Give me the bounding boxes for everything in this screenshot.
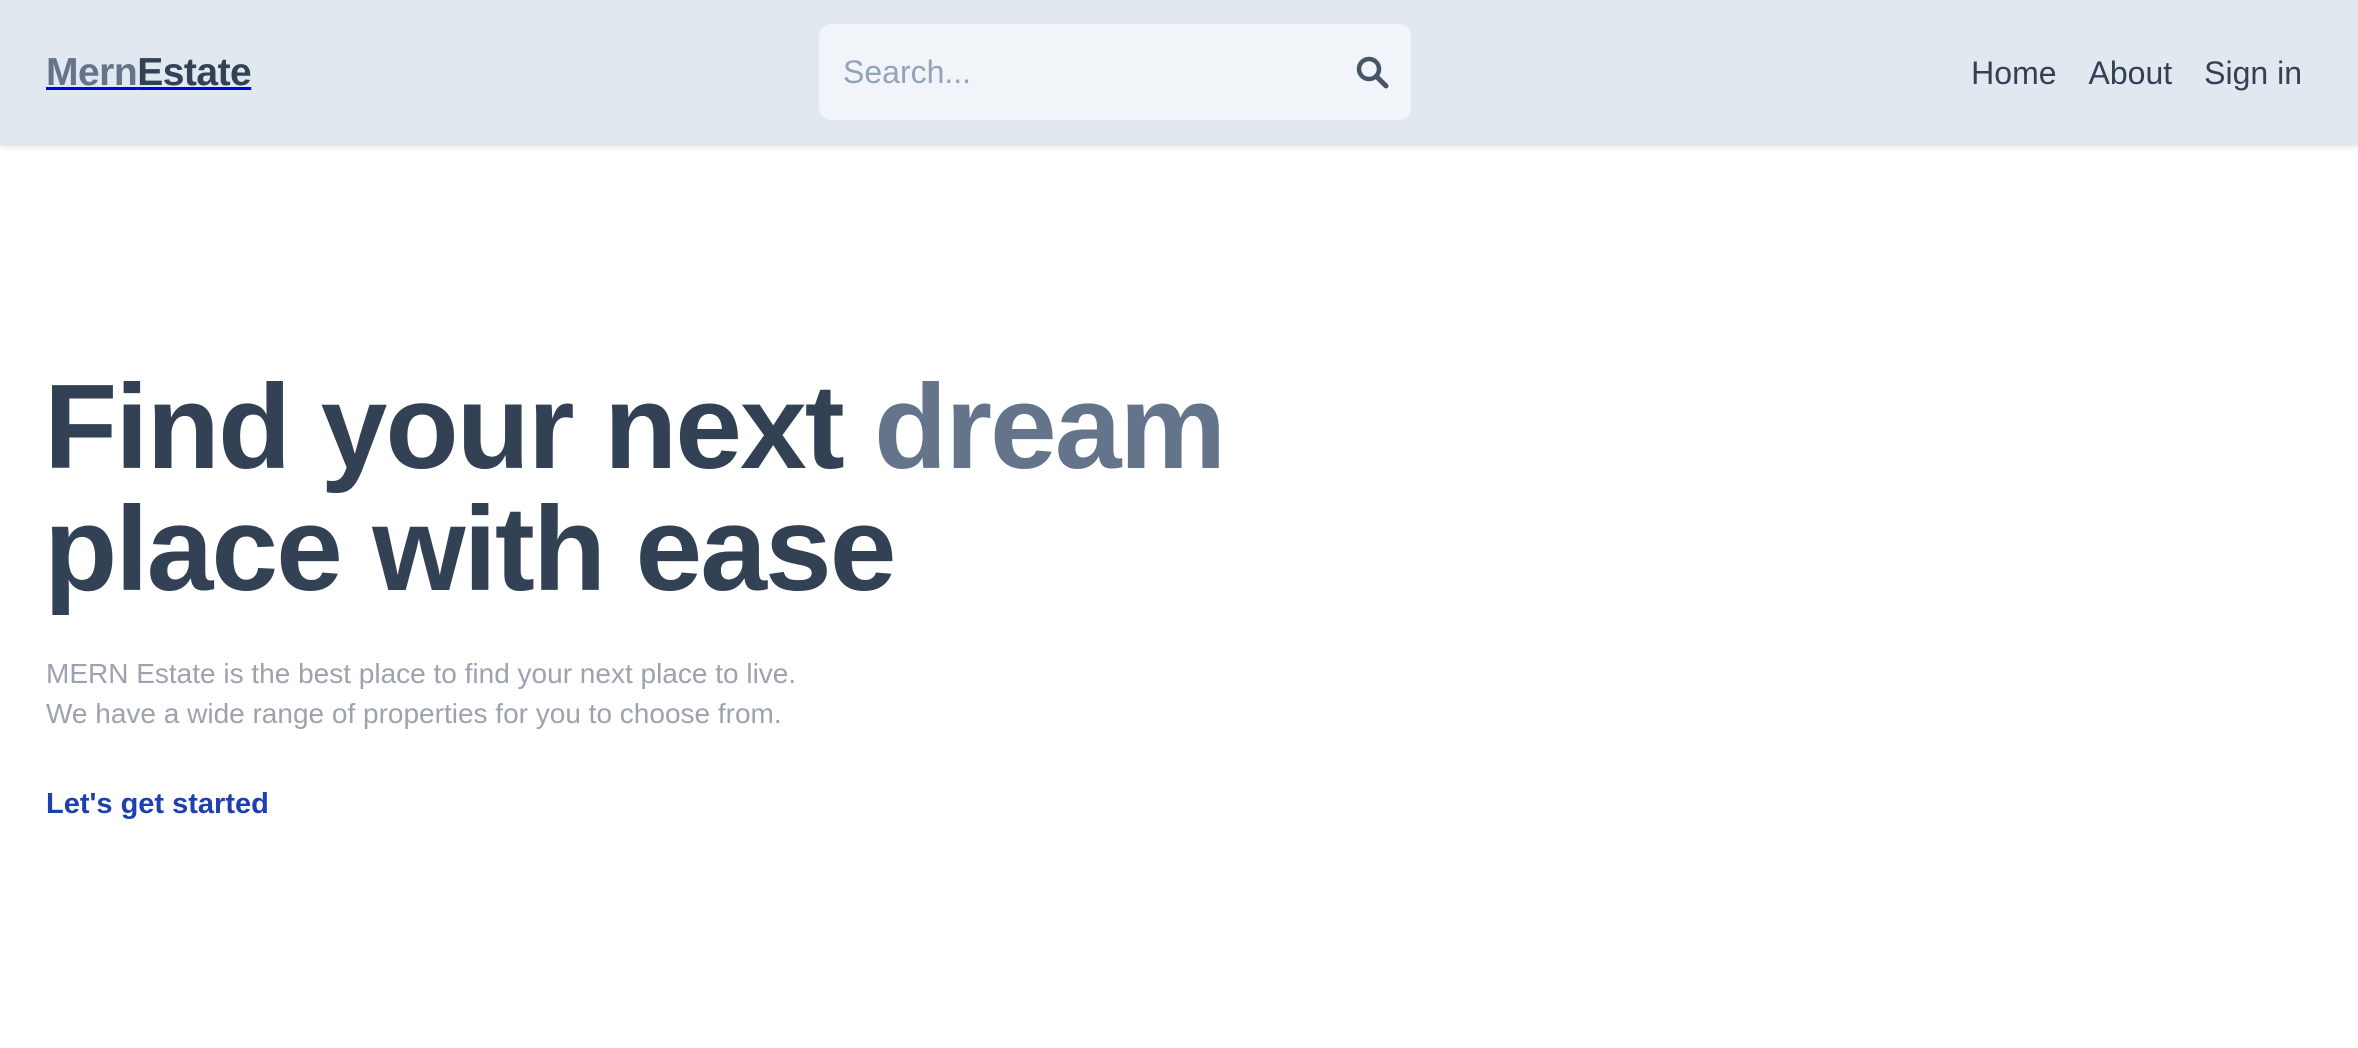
search-input[interactable]	[843, 24, 1313, 120]
hero-description-line1: MERN Estate is the best place to find yo…	[46, 658, 797, 689]
nav-link-sign-in[interactable]: Sign in	[2204, 48, 2302, 98]
search-icon[interactable]	[1355, 55, 1389, 89]
nav-link-about[interactable]: About	[2089, 48, 2173, 98]
get-started-link[interactable]: Let's get started	[46, 784, 269, 824]
hero-description: MERN Estate is the best place to find yo…	[46, 654, 796, 734]
hero-title-accent: dream	[874, 360, 1226, 494]
nav-link-home[interactable]: Home	[1971, 48, 2056, 98]
hero-description-line2: We have a wide range of properties for y…	[46, 698, 782, 729]
site-header: MernEstate Home About Sign in	[0, 0, 2358, 146]
site-logo[interactable]: MernEstate	[46, 48, 252, 98]
main-nav: Home About Sign in	[1971, 48, 2302, 98]
hero-title-line1-start: Find your next	[44, 360, 875, 494]
logo-part-mern: Mern	[46, 51, 138, 94]
logo-part-estate: Estate	[137, 51, 252, 94]
search-form	[819, 24, 1411, 120]
hero-title: Find your next dream place with ease	[44, 366, 1226, 610]
hero-title-line2: place with ease	[44, 482, 896, 616]
